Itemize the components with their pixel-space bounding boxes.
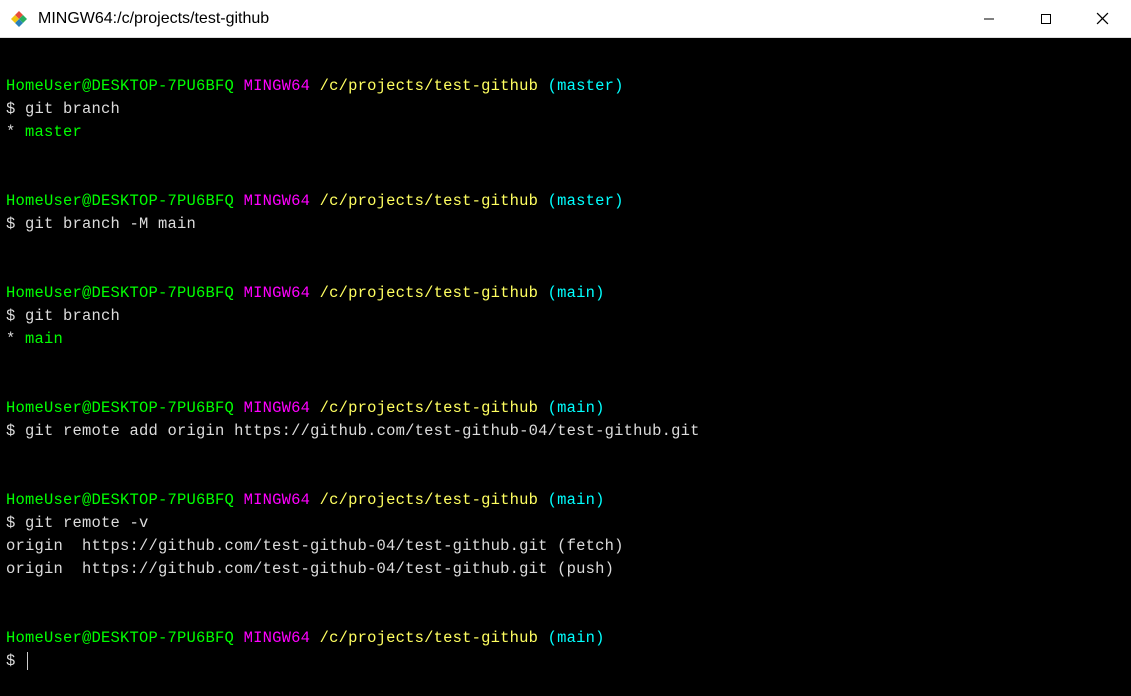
window-title: MINGW64:/c/projects/test-github [38,10,960,28]
prompt-branch: (master) [548,192,624,210]
prompt-symbol: $ [6,422,16,440]
prompt-symbol: $ [6,652,16,670]
prompt-user-host: HomeUser@DESKTOP-7PU6BFQ [6,192,234,210]
prompt-branch: (master) [548,77,624,95]
command-text: git branch -M main [25,215,196,233]
command-block: HomeUser@DESKTOP-7PU6BFQ MINGW64 /c/proj… [6,627,1125,673]
command-text: git remote -v [25,514,149,532]
prompt-env: MINGW64 [244,77,311,95]
mingw-icon [10,10,28,28]
prompt-user-host: HomeUser@DESKTOP-7PU6BFQ [6,77,234,95]
prompt-env: MINGW64 [244,192,311,210]
command-block: HomeUser@DESKTOP-7PU6BFQ MINGW64 /c/proj… [6,282,1125,351]
output-branch: master [25,123,82,141]
command-block: HomeUser@DESKTOP-7PU6BFQ MINGW64 /c/proj… [6,397,1125,443]
prompt-branch: (main) [548,491,605,509]
prompt-symbol: $ [6,307,16,325]
prompt-symbol: $ [6,100,16,118]
terminal-area[interactable]: HomeUser@DESKTOP-7PU6BFQ MINGW64 /c/proj… [0,38,1131,640]
command-text: git branch [25,307,120,325]
prompt-user-host: HomeUser@DESKTOP-7PU6BFQ [6,491,234,509]
prompt-user-host: HomeUser@DESKTOP-7PU6BFQ [6,284,234,302]
titlebar: MINGW64:/c/projects/test-github [0,0,1131,38]
prompt-user-host: HomeUser@DESKTOP-7PU6BFQ [6,629,234,647]
output-line: origin https://github.com/test-github-04… [6,535,1125,558]
window-controls [960,0,1131,37]
output-star: * [6,330,16,348]
command-text: git branch [25,100,120,118]
prompt-user-host: HomeUser@DESKTOP-7PU6BFQ [6,399,234,417]
prompt-env: MINGW64 [244,629,311,647]
minimize-button[interactable] [960,0,1017,37]
prompt-env: MINGW64 [244,284,311,302]
command-block: HomeUser@DESKTOP-7PU6BFQ MINGW64 /c/proj… [6,489,1125,581]
output-star: * [6,123,16,141]
output-branch: main [25,330,63,348]
maximize-button[interactable] [1017,0,1074,37]
output-line: origin https://github.com/test-github-04… [6,558,1125,581]
command-block: HomeUser@DESKTOP-7PU6BFQ MINGW64 /c/proj… [6,75,1125,144]
prompt-path: /c/projects/test-github [320,284,539,302]
prompt-path: /c/projects/test-github [320,629,539,647]
prompt-symbol: $ [6,215,16,233]
prompt-path: /c/projects/test-github [320,399,539,417]
prompt-path: /c/projects/test-github [320,77,539,95]
command-text: git remote add origin https://github.com… [25,422,700,440]
prompt-path: /c/projects/test-github [320,192,539,210]
cursor [27,652,28,670]
prompt-env: MINGW64 [244,491,311,509]
prompt-path: /c/projects/test-github [320,491,539,509]
close-button[interactable] [1074,0,1131,37]
prompt-symbol: $ [6,514,16,532]
prompt-env: MINGW64 [244,399,311,417]
prompt-branch: (main) [548,629,605,647]
prompt-branch: (main) [548,399,605,417]
command-block: HomeUser@DESKTOP-7PU6BFQ MINGW64 /c/proj… [6,190,1125,236]
prompt-branch: (main) [548,284,605,302]
